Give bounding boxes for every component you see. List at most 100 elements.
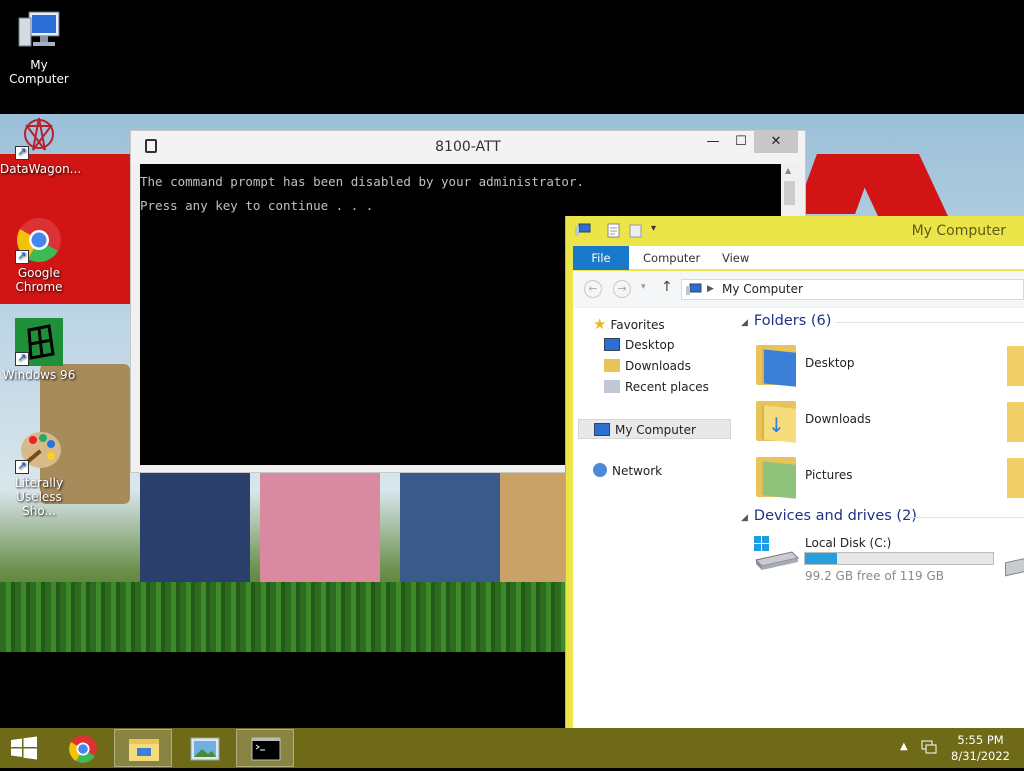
desktop-icon-label: Google Chrome <box>15 266 63 294</box>
folder-icon-partial[interactable] <box>1007 346 1024 386</box>
windows-logo-icon <box>11 736 37 760</box>
file-explorer-icon <box>129 739 159 761</box>
nav-item-network[interactable]: Network <box>593 461 662 481</box>
folders-header-label: Folders (6) <box>753 313 832 329</box>
cmd-titlebar[interactable]: 8100-ATT — ☐ ✕ <box>131 131 805 163</box>
drive-usage-bar <box>804 552 994 565</box>
nav-item-recent-places[interactable]: Recent places <box>604 377 709 397</box>
computer-small-icon <box>594 423 610 436</box>
folders-section-header[interactable]: ◢ Folders (6) <box>741 313 1024 329</box>
nav-favorites-label: Favorites <box>610 318 665 332</box>
shortcut-arrow-icon <box>15 145 29 160</box>
nav-item-my-computer[interactable]: My Computer <box>578 419 731 439</box>
back-button[interactable]: ← <box>584 280 602 298</box>
shortcut-arrow-icon <box>15 351 29 366</box>
scrollbar-thumb[interactable] <box>784 181 795 205</box>
folder-icon-partial[interactable] <box>1007 402 1024 442</box>
downloads-small-icon <box>604 359 620 372</box>
devices-section-header[interactable]: ◢ Devices and drives (2) <box>741 508 1024 524</box>
command-prompt-icon <box>251 737 281 761</box>
desktop-icon-label: Windows 96 <box>2 368 76 382</box>
desktop-icon-google-chrome[interactable]: Google Chrome <box>0 216 78 294</box>
network-status-icon[interactable] <box>920 739 938 758</box>
address-bar[interactable]: ▶ My Computer <box>681 279 1024 300</box>
drive-free-space: 99.2 GB free of 119 GB <box>805 569 944 583</box>
explorer-title: My Computer <box>911 223 1006 239</box>
chrome-icon <box>69 735 97 763</box>
desktop-icon-windows-96[interactable]: Windows 96 <box>0 318 78 382</box>
show-hidden-icons-icon[interactable]: ▲ <box>900 741 908 752</box>
clock-time: 5:55 PM <box>957 733 1004 747</box>
datawagon-icon <box>15 112 63 160</box>
network-small-icon <box>593 463 607 477</box>
nav-item-label: My Computer <box>615 423 696 437</box>
collapse-triangle-icon: ◢ <box>741 513 748 523</box>
ribbon-tabs: File Computer View <box>573 246 1024 270</box>
computer-icon <box>15 8 63 56</box>
star-icon: ★ <box>593 315 607 333</box>
desktop-icon-literally-useless[interactable]: Literally Useless Sho... <box>0 426 78 518</box>
explorer-titlebar[interactable]: ▾ My Computer <box>573 216 1024 246</box>
shortcut-arrow-icon <box>15 249 29 264</box>
address-computer-icon <box>686 283 702 302</box>
desktop-icon-my-computer[interactable]: My Computer <box>0 8 78 86</box>
desktop-icon-label: Literally Useless Sho... <box>14 476 64 518</box>
desktop-icon-label: My Computer <box>9 58 69 86</box>
folder-label-desktop[interactable]: Desktop <box>805 356 855 370</box>
recent-locations-chevron-icon[interactable]: ▾ <box>641 282 646 292</box>
file-explorer-window[interactable]: ▾ My Computer File Computer View ← → ▾ ↑… <box>565 216 1024 768</box>
quick-access-dropdown-icon[interactable]: ▾ <box>651 223 656 234</box>
folder-label-pictures[interactable]: Pictures <box>805 468 853 482</box>
taskbar-photo-viewer-button[interactable] <box>175 729 233 767</box>
folder-label-downloads[interactable]: Downloads <box>805 412 871 426</box>
scroll-up-arrow-icon[interactable]: ▲ <box>785 166 791 175</box>
taskbar-clock[interactable]: 5:55 PM 8/31/2022 <box>951 732 1010 764</box>
desktop-small-icon <box>604 338 620 351</box>
clock-date: 8/31/2022 <box>951 749 1010 763</box>
devices-header-label: Devices and drives (2) <box>753 508 917 524</box>
desktop-folder-icon[interactable] <box>754 343 798 387</box>
explorer-body: ★ Favorites Desktop Downloads Recent plac… <box>573 307 1024 768</box>
folder-icon-partial[interactable] <box>1007 458 1024 498</box>
nav-item-downloads[interactable]: Downloads <box>604 356 691 376</box>
nav-item-label: Desktop <box>625 338 675 352</box>
drive-name[interactable]: Local Disk (C:) <box>805 536 891 550</box>
taskbar: ▲ 5:55 PM 8/31/2022 <box>0 728 1024 768</box>
local-disk-icon[interactable] <box>752 534 800 574</box>
start-button[interactable] <box>0 728 48 768</box>
maximize-button[interactable]: ☐ <box>726 131 756 153</box>
properties-icon[interactable] <box>607 223 621 241</box>
address-breadcrumb[interactable]: My Computer <box>722 282 803 296</box>
windows-96-icon <box>15 318 63 366</box>
close-button[interactable]: ✕ <box>754 131 798 153</box>
collapse-triangle-icon: ◢ <box>741 318 748 328</box>
tab-file[interactable]: File <box>573 246 629 270</box>
tab-computer[interactable]: Computer <box>629 246 714 270</box>
desktop-icon-label: DataWagon... <box>0 162 82 176</box>
drive-usage-fill <box>805 553 837 564</box>
recent-places-small-icon <box>604 380 620 393</box>
paint-palette-icon <box>15 426 63 474</box>
taskbar-file-explorer-button[interactable] <box>114 729 172 767</box>
new-folder-icon[interactable] <box>629 223 643 241</box>
shortcut-arrow-icon <box>15 459 29 474</box>
taskbar-chrome-button[interactable] <box>53 729 111 767</box>
console-line: The command prompt has been disabled by … <box>140 174 585 189</box>
downloads-folder-icon[interactable]: ↓ <box>754 399 798 443</box>
nav-item-desktop[interactable]: Desktop <box>604 335 675 355</box>
minimize-button[interactable]: — <box>698 131 728 153</box>
computer-small-icon <box>575 223 591 240</box>
navigation-bar: ← → ▾ ↑ ▶ My Computer <box>573 271 1024 307</box>
nav-item-label: Network <box>612 464 663 478</box>
chrome-icon <box>15 216 63 264</box>
taskbar-command-prompt-button[interactable] <box>236 729 294 767</box>
breadcrumb-chevron-icon[interactable]: ▶ <box>707 280 714 299</box>
nav-item-label: Recent places <box>625 380 709 394</box>
nav-favorites[interactable]: ★ Favorites <box>593 314 665 334</box>
forward-button[interactable]: → <box>613 280 631 298</box>
tab-view[interactable]: View <box>708 246 763 270</box>
desktop-icon-datawagon[interactable]: DataWagon... <box>0 112 82 176</box>
pictures-folder-icon[interactable] <box>754 455 798 499</box>
second-drive-icon[interactable] <box>1005 557 1024 577</box>
up-arrow-icon[interactable]: ↑ <box>661 279 673 295</box>
